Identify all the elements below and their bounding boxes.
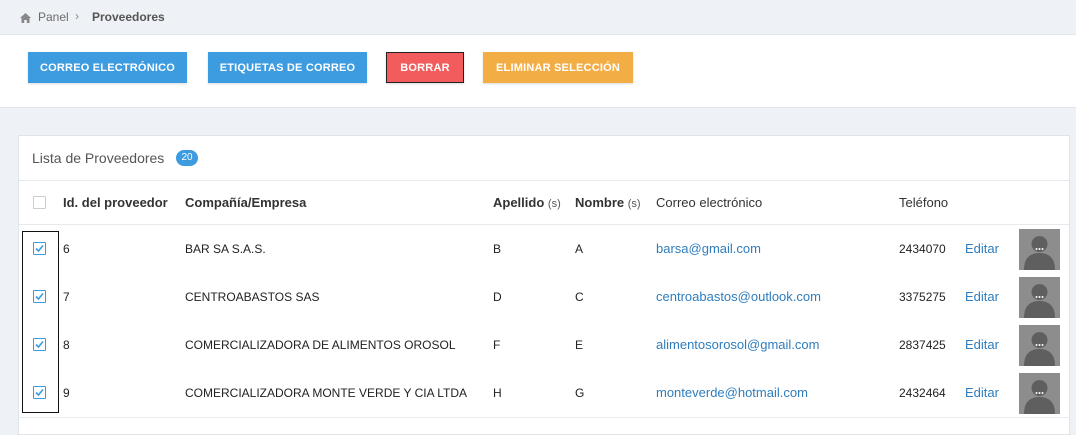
edit-link[interactable]: Editar (965, 241, 999, 256)
supplier-list-panel: Lista de Proveedores 20 Id. del proveedo… (18, 135, 1070, 435)
breadcrumb: Panel › Proveedores (0, 0, 1076, 35)
row-checkbox[interactable] (33, 386, 46, 399)
avatar (1019, 277, 1060, 318)
avatar (1019, 229, 1060, 270)
checkmark-icon (35, 388, 44, 397)
email-link[interactable]: barsa@gmail.com (656, 241, 761, 256)
breadcrumb-home-link[interactable]: Panel (38, 10, 69, 24)
column-header-first-name-label: Nombre (575, 195, 625, 210)
company-name: CENTROABASTOS SAS (185, 290, 320, 304)
row-checkbox[interactable] (33, 290, 46, 303)
panel-title: Lista de Proveedores (32, 150, 165, 166)
avatar (1019, 373, 1060, 414)
checkmark-icon (35, 244, 44, 253)
phone: 3375275 (899, 290, 946, 304)
email-button[interactable]: CORREO ELECTRÓNICO (28, 52, 187, 83)
phone: 2837425 (899, 338, 946, 352)
first-name: C (575, 290, 584, 304)
supplier-id: 8 (63, 338, 70, 352)
table-row[interactable]: 9 COMERCIALIZADORA MONTE VERDE Y CIA LTD… (19, 369, 1069, 418)
panel-header: Lista de Proveedores 20 (19, 136, 1069, 181)
last-name: F (493, 338, 501, 352)
company-name: COMERCIALIZADORA DE ALIMENTOS OROSOL (185, 338, 456, 352)
row-checkbox[interactable] (33, 242, 46, 255)
company-name: BAR SA S.A.S. (185, 242, 266, 256)
row-checkbox[interactable] (33, 338, 46, 351)
email-link[interactable]: centroabastos@outlook.com (656, 289, 821, 304)
remove-selection-button[interactable]: ELIMINAR SELECCIÓN (483, 52, 633, 83)
action-toolbar: CORREO ELECTRÓNICO ETIQUETAS DE CORREO B… (0, 35, 1076, 108)
table-row[interactable]: 6 BAR SA S.A.S. B A barsa@gmail.com 2434… (19, 225, 1069, 274)
select-all-checkbox[interactable] (33, 196, 46, 209)
checkmark-icon (35, 292, 44, 301)
column-header-last-name-label: Apellido (493, 195, 545, 210)
supplier-id: 9 (63, 386, 70, 400)
table-row[interactable]: 7 CENTROABASTOS SAS D C centroabastos@ou… (19, 273, 1069, 322)
home-icon[interactable] (20, 12, 31, 26)
column-header-last-name[interactable]: Apellido (s) (493, 195, 561, 210)
last-name: B (493, 242, 502, 256)
breadcrumb-separator: › (75, 9, 79, 23)
checkmark-icon (35, 340, 44, 349)
table-row[interactable]: 8 COMERCIALIZADORA DE ALIMENTOS OROSOL F… (19, 321, 1069, 370)
avatar (1019, 325, 1060, 366)
email-labels-button[interactable]: ETIQUETAS DE CORREO (208, 52, 367, 83)
column-header-id[interactable]: Id. del proveedor (63, 195, 168, 210)
email-link[interactable]: monteverde@hotmail.com (656, 385, 808, 400)
last-name: H (493, 386, 502, 400)
first-name: A (575, 242, 584, 256)
email-link[interactable]: alimentosorosol@gmail.com (656, 337, 819, 352)
first-name: E (575, 338, 584, 352)
phone: 2432464 (899, 386, 946, 400)
first-name: G (575, 386, 585, 400)
column-header-last-name-suffix: (s) (547, 198, 561, 210)
column-header-phone[interactable]: Teléfono (899, 195, 948, 210)
edit-link[interactable]: Editar (965, 289, 999, 304)
phone: 2434070 (899, 242, 946, 256)
last-name: D (493, 290, 502, 304)
column-header-company[interactable]: Compañía/Empresa (185, 195, 306, 210)
user-silhouette-icon (1024, 284, 1055, 318)
user-silhouette-icon (1024, 332, 1055, 366)
breadcrumb-current: Proveedores (92, 10, 165, 24)
edit-link[interactable]: Editar (965, 385, 999, 400)
count-badge: 20 (176, 150, 198, 166)
delete-button[interactable]: BORRAR (386, 52, 464, 83)
table-header: Id. del proveedor Compañía/Empresa Apell… (19, 181, 1069, 225)
column-header-first-name[interactable]: Nombre (s) (575, 195, 641, 210)
supplier-id: 7 (63, 290, 70, 304)
supplier-id: 6 (63, 242, 70, 256)
column-header-email[interactable]: Correo electrónico (656, 195, 762, 210)
user-silhouette-icon (1024, 380, 1055, 414)
user-silhouette-icon (1024, 236, 1055, 270)
column-header-first-name-suffix: (s) (627, 198, 641, 210)
company-name: COMERCIALIZADORA MONTE VERDE Y CIA LTDA (185, 386, 468, 400)
edit-link[interactable]: Editar (965, 337, 999, 352)
